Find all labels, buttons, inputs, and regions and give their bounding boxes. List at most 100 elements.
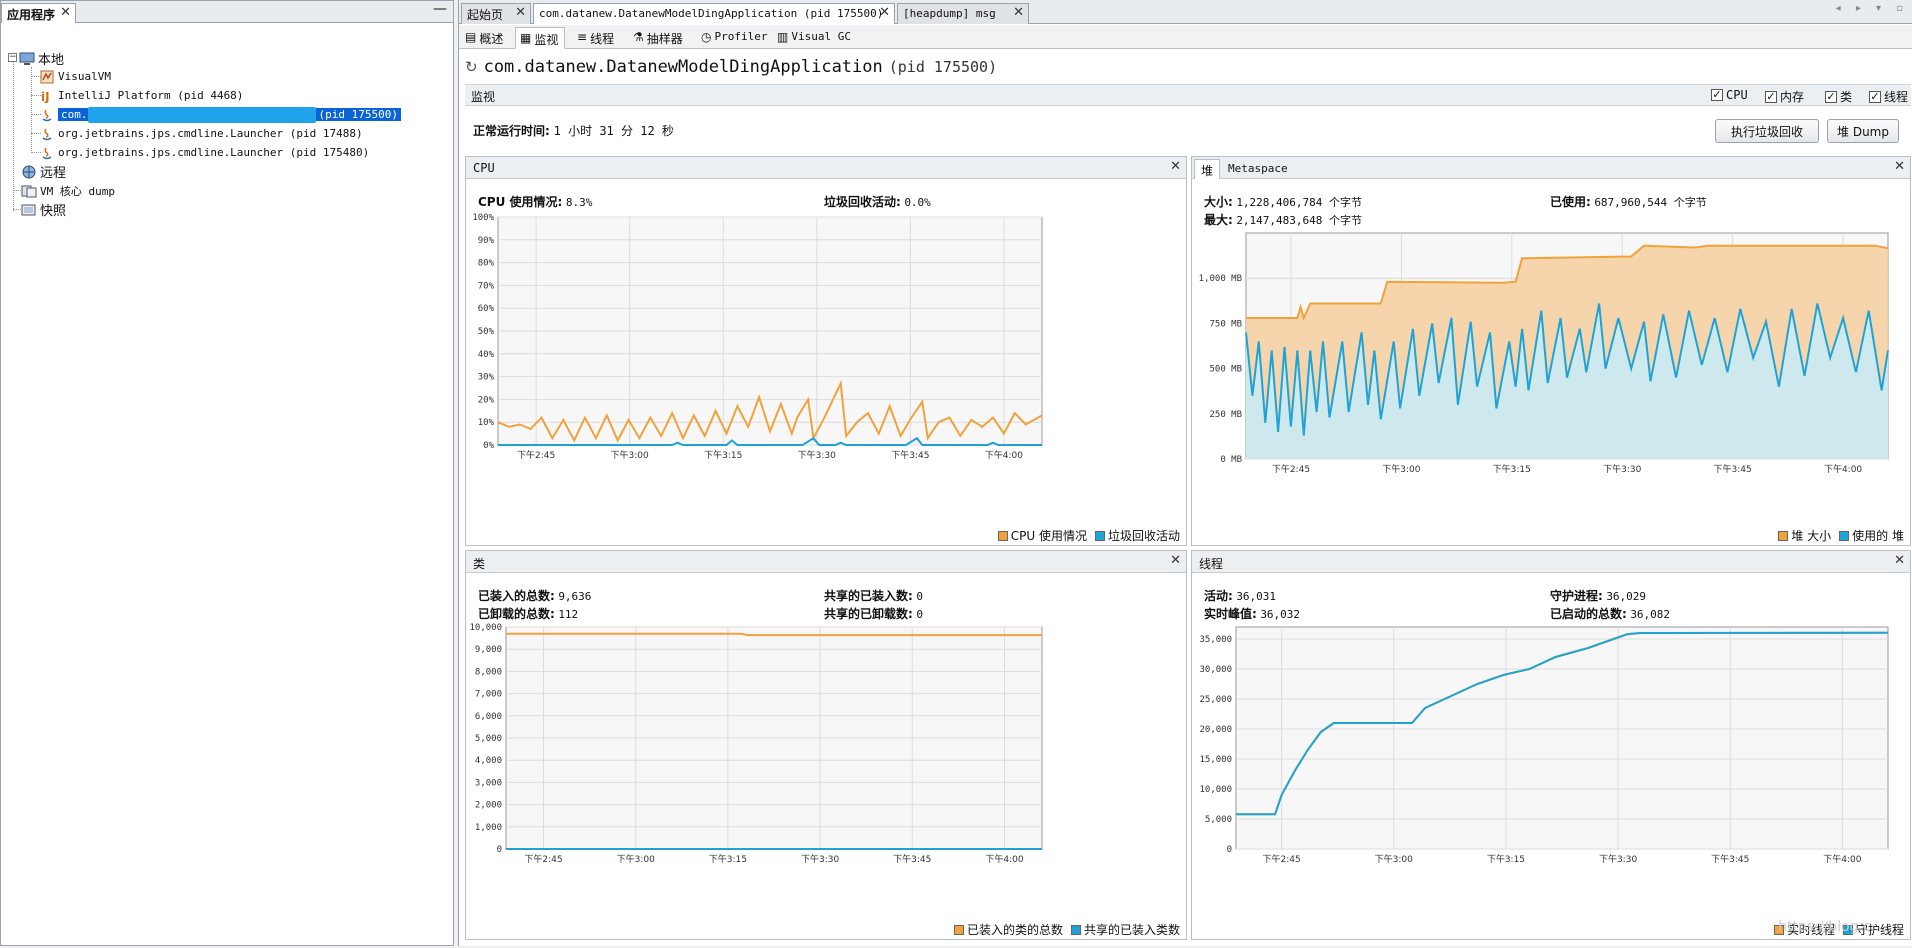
- x-tick-label: 下午3:00: [1375, 853, 1413, 865]
- threads-icon: ≡: [577, 30, 588, 44]
- tree-label: 远程: [40, 166, 67, 181]
- tab-application[interactable]: com.datanew.DatanewModelDingApplication …: [533, 3, 895, 24]
- threads-live-stat: 活动: 36,031: [1204, 587, 1276, 604]
- stat-value: 687,960,544 个字节: [1594, 196, 1707, 209]
- threads-panel-header: 线程 ✕: [1192, 551, 1910, 573]
- shared-loaded-stat: 共享的已装入数: 0: [824, 587, 923, 604]
- tab-nav-arrows-icon[interactable]: ◂ ▸ ▾ ▫: [1836, 3, 1909, 14]
- tab-visual-gc[interactable]: ▥ Visual GC: [773, 27, 857, 49]
- tree-item-launcher-175480[interactable]: org.jetbrains.jps.cmdline.Launcher (pid …: [39, 144, 369, 161]
- threads-panel: 线程 ✕ 活动: 36,031 实时峰值: 36,032 守护进程: 36,02…: [1191, 550, 1911, 940]
- main-pane: 起始页 ✕ com.datanew.DatanewModelDingApplic…: [458, 0, 1912, 946]
- tree-item-intellij[interactable]: iJ IntelliJ Platform (pid 4468): [39, 87, 243, 104]
- visual-gc-icon: ▥: [777, 30, 789, 44]
- x-tick-label: 下午2:45: [1263, 853, 1301, 865]
- legend-item-gc: 垃圾回收活动: [1094, 527, 1180, 544]
- tab-overview[interactable]: ▤ 概述: [461, 27, 509, 49]
- snapshot-icon: [21, 203, 37, 217]
- threads-checkbox[interactable]: ✓ 线程: [1869, 88, 1908, 105]
- y-tick-label: 0%: [483, 441, 494, 451]
- applications-tab-label: 应用程序: [7, 8, 56, 22]
- close-icon[interactable]: ✕: [879, 5, 890, 20]
- stat-label: 已装入的总数:: [478, 589, 555, 603]
- y-tick-label: 2,000: [475, 801, 502, 811]
- monitor-icon: ▦: [520, 31, 532, 45]
- stat-label: 垃圾回收活动:: [824, 195, 901, 209]
- tree-item-launcher-17488[interactable]: org.jetbrains.jps.cmdline.Launcher (pid …: [39, 125, 363, 142]
- cpu-panel-header: CPU ✕: [466, 157, 1186, 179]
- y-tick-label: 60%: [478, 304, 495, 314]
- y-tick-label: 20,000: [1199, 725, 1232, 735]
- close-icon[interactable]: ✕: [1170, 553, 1181, 568]
- collapse-icon[interactable]: −: [8, 53, 17, 62]
- tree-label: IntelliJ Platform (pid 4468): [58, 89, 244, 102]
- close-icon[interactable]: ✕: [60, 5, 71, 20]
- minimize-icon[interactable]: —: [433, 1, 447, 17]
- stat-label: 已使用:: [1550, 195, 1591, 209]
- stat-value: 36,032: [1260, 608, 1301, 621]
- x-tick-label: 下午3:30: [798, 449, 836, 461]
- redaction-mark: [87, 106, 316, 123]
- tab-profiler[interactable]: ◷ Profiler: [697, 27, 773, 49]
- checkbox-label: 内存: [1780, 90, 1805, 104]
- process-name: com.datanew.DatanewModelDingApplication: [483, 57, 883, 77]
- close-icon[interactable]: ✕: [1013, 5, 1024, 20]
- classes-checkbox[interactable]: ✓ 类: [1825, 88, 1852, 105]
- memory-checkbox[interactable]: ✓ 内存: [1765, 88, 1804, 105]
- tab-metaspace[interactable]: Metaspace: [1222, 159, 1294, 179]
- gc-activity-stat: 垃圾回收活动: 0.0%: [824, 193, 931, 210]
- tab-start-page[interactable]: 起始页 ✕: [461, 3, 531, 24]
- y-tick-label: 10,000: [469, 623, 502, 633]
- tab-label: Profiler: [714, 30, 768, 43]
- tree-label: (pid 175500): [315, 108, 401, 121]
- x-tick-label: 下午3:30: [1603, 463, 1641, 475]
- stat-value: 36,031: [1236, 590, 1277, 603]
- stat-label: 共享的已卸载数:: [824, 607, 913, 621]
- stat-value: 0: [916, 590, 923, 603]
- x-tick-label: 下午3:30: [1599, 853, 1637, 865]
- tree-label: 快照: [40, 204, 67, 219]
- close-icon[interactable]: ✕: [515, 5, 526, 20]
- tab-label: 起始页: [467, 8, 504, 22]
- legend-item-used-heap: 使用的 堆: [1839, 527, 1904, 544]
- tree-item-snapshot[interactable]: 快照: [21, 201, 67, 219]
- threads-started-stat: 已启动的总数: 36,082: [1550, 605, 1670, 622]
- y-tick-label: 50%: [478, 327, 495, 337]
- x-tick-label: 下午3:00: [617, 853, 655, 865]
- x-tick-label: 下午3:00: [1382, 463, 1420, 475]
- y-tick-label: 9,000: [475, 645, 502, 655]
- heap-panel-header: 堆 Metaspace ✕: [1192, 157, 1910, 179]
- close-icon[interactable]: ✕: [1170, 159, 1181, 174]
- tab-label: 线程: [590, 32, 615, 46]
- close-icon[interactable]: ✕: [1894, 553, 1905, 568]
- stat-label: 实时峰值:: [1204, 607, 1257, 621]
- y-tick-label: 250 MB: [1209, 410, 1242, 420]
- heap-dump-button[interactable]: 堆 Dump: [1827, 119, 1899, 143]
- tree-item-remote[interactable]: 远程: [21, 163, 67, 181]
- cpu-checkbox[interactable]: ✓ CPU: [1711, 88, 1748, 102]
- close-icon[interactable]: ✕: [1894, 159, 1905, 174]
- check-mark-icon: ✓: [1765, 89, 1777, 103]
- tab-heap[interactable]: 堆: [1194, 159, 1221, 179]
- checkbox-label: 类: [1840, 90, 1853, 104]
- heap-max-stat: 最大: 2,147,483,648 个字节: [1204, 211, 1362, 228]
- perform-gc-button[interactable]: 执行垃圾回收: [1715, 119, 1819, 143]
- check-mark-icon: ✓: [1869, 89, 1881, 103]
- y-tick-label: 5,000: [475, 734, 502, 744]
- uptime: 正常运行时间: 1 小时 31 分 12 秒: [473, 122, 674, 139]
- tab-sampler[interactable]: ⚗ 抽样器: [629, 27, 689, 49]
- applications-tab[interactable]: 应用程序 ✕: [1, 3, 77, 23]
- tab-monitor[interactable]: ▦ 监视: [515, 27, 566, 49]
- tree-item-selected-app[interactable]: com. (pid 175500): [39, 106, 401, 123]
- y-tick-label: 7,000: [475, 690, 502, 700]
- threads-chart: 0 5,000 10,000 15,000 20,000 25,000 30,000 35,0…: [1199, 626, 1889, 865]
- classes-legend: 已装入的类的总数 共享的已装入类数: [953, 921, 1180, 938]
- tree-item-visualvm[interactable]: VisualVM: [39, 68, 111, 85]
- stat-label: CPU 使用情况:: [478, 195, 563, 209]
- intellij-icon: iJ: [39, 89, 55, 103]
- tree-item-local[interactable]: 本地: [19, 50, 64, 68]
- tab-heapdump[interactable]: [heapdump] msg ✕: [897, 3, 1029, 24]
- tab-threads[interactable]: ≡ 线程: [573, 27, 620, 49]
- stat-label: 大小:: [1204, 195, 1233, 209]
- tree-item-vm-core[interactable]: VM 核心 dump: [21, 182, 115, 199]
